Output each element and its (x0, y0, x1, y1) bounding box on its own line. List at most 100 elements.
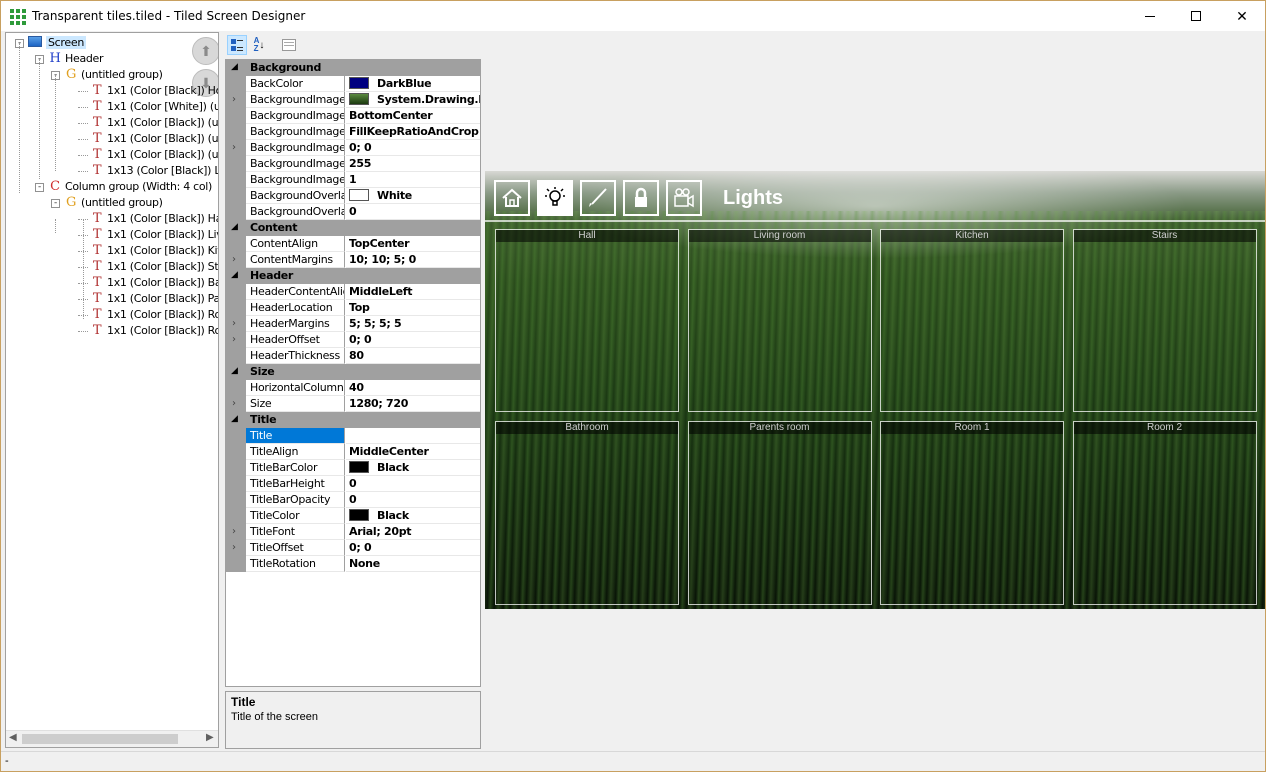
expand-icon[interactable]: › (232, 316, 236, 331)
tree-node[interactable]: T 1x1 (Color [Black]) Room 1 (78, 307, 218, 323)
property-row[interactable]: ContentAlign TopCenter (226, 236, 480, 252)
property-category[interactable]: ◢ Content (226, 220, 480, 236)
collapse-arrow-icon[interactable]: ◢ (231, 412, 238, 427)
expand-icon[interactable]: › (232, 140, 236, 155)
expand-icon[interactable]: › (232, 92, 236, 107)
property-row[interactable]: › BackgroundImage System.Drawing.Bitmap (226, 92, 480, 108)
property-row[interactable]: › HeaderOffset 0; 0 (226, 332, 480, 348)
tree-node[interactable]: - C Column group (Width: 4 col) (35, 179, 212, 195)
collapse-arrow-icon[interactable]: ◢ (231, 220, 238, 235)
collapse-arrow-icon[interactable]: ◢ (231, 364, 238, 379)
property-value-cell[interactable] (346, 428, 480, 444)
scroll-right-icon[interactable]: ▶ (206, 732, 214, 743)
property-name[interactable]: HorizontalColumnGr (246, 380, 345, 396)
property-name[interactable]: BackgroundOverlay (246, 204, 345, 220)
property-row[interactable]: BackgroundOverlay White (226, 188, 480, 204)
property-value-cell[interactable]: Black (346, 508, 480, 524)
property-category[interactable]: ◢ Title (226, 412, 480, 428)
property-row[interactable]: HorizontalColumnGr 40 (226, 380, 480, 396)
property-value-cell[interactable]: 1 (346, 172, 480, 188)
property-row[interactable]: Title (226, 428, 480, 444)
property-row[interactable]: › BackgroundImageCrop 0; 0 (226, 140, 480, 156)
property-name[interactable]: ContentAlign (246, 236, 345, 252)
property-row[interactable]: TitleRotation None (226, 556, 480, 572)
header-button[interactable] (580, 180, 616, 216)
collapse-arrow-icon[interactable]: ◢ (231, 268, 238, 283)
tree-node[interactable]: T 1x1 (Color [Black]) Home (78, 83, 218, 99)
property-name[interactable]: HeaderLocation (246, 300, 345, 316)
property-value-cell[interactable]: 1280; 720 (346, 396, 480, 412)
categorized-button[interactable] (227, 35, 247, 55)
property-name[interactable]: TitleBarHeight (246, 476, 345, 492)
property-name[interactable]: HeaderMargins (246, 316, 345, 332)
preview-tile[interactable]: Bathroom (495, 421, 679, 605)
property-row[interactable]: BackgroundImageZ 1 (226, 172, 480, 188)
tree-node[interactable]: - G (untitled group) (51, 195, 163, 211)
property-row[interactable]: TitleColor Black (226, 508, 480, 524)
property-category[interactable]: ◢ Size (226, 364, 480, 380)
property-value-cell[interactable]: None (346, 556, 480, 572)
property-row[interactable]: TitleBarHeight 0 (226, 476, 480, 492)
property-name[interactable]: BackgroundImageLayout (246, 124, 345, 140)
header-button[interactable] (666, 180, 702, 216)
property-name[interactable]: BackgroundOverlay (246, 188, 345, 204)
property-name[interactable]: TitleFont (246, 524, 345, 540)
tree-node[interactable]: T 1x1 (Color [Black]) Stairs (78, 259, 218, 275)
property-row[interactable]: BackgroundImageAlign BottomCenter (226, 108, 480, 124)
screen-preview[interactable]: Lights Hall Living room Kitchen Stairs Bathr… (485, 171, 1265, 609)
property-name[interactable]: ContentMargins (246, 252, 345, 268)
preview-tile[interactable]: Kitchen (880, 229, 1064, 412)
preview-tile[interactable]: Stairs (1072, 229, 1257, 412)
property-name[interactable]: BackColor (246, 76, 345, 92)
scroll-left-icon[interactable]: ◀ (9, 732, 17, 743)
property-value-cell[interactable]: 0; 0 (346, 140, 480, 156)
property-row[interactable]: › HeaderMargins 5; 5; 5; 5 (226, 316, 480, 332)
property-value-cell[interactable]: 80 (346, 348, 480, 364)
header-button[interactable] (494, 180, 530, 216)
preview-tile[interactable]: Parents room (687, 421, 872, 605)
property-name[interactable]: TitleBarOpacity (246, 492, 345, 508)
property-row[interactable]: › Size 1280; 720 (226, 396, 480, 412)
property-name[interactable]: HeaderContentAlign (246, 284, 345, 300)
property-value-cell[interactable]: 0 (346, 204, 480, 220)
property-value-cell[interactable]: Black (346, 460, 480, 476)
property-value-cell[interactable]: BottomCenter (346, 108, 480, 124)
close-button[interactable]: ✕ (1219, 1, 1265, 31)
property-value-cell[interactable]: 0 (346, 492, 480, 508)
tree-node[interactable]: T 1x1 (Color [Black]) (untitled (78, 115, 218, 131)
expand-icon[interactable]: › (232, 252, 236, 267)
property-category[interactable]: ◢ Background (226, 60, 480, 76)
tree-node[interactable]: - H Header (35, 51, 104, 67)
property-name[interactable]: BackgroundImageAlign (246, 108, 345, 124)
property-category[interactable]: ◢ Header (226, 268, 480, 284)
property-value-cell[interactable]: 255 (346, 156, 480, 172)
property-row[interactable]: BackgroundImageLayout FillKeepRatioAndCro… (226, 124, 480, 140)
tree-node[interactable]: T 1x1 (Color [Black]) Bathroom (78, 275, 218, 291)
scrollbar-thumb[interactable] (22, 734, 178, 744)
preview-tile[interactable]: Hall (495, 229, 679, 412)
screen-tree[interactable]: ⬆ ⬇ ◀ ▶ - Screen - H Header - G (untitled group… (5, 32, 219, 748)
tree-node[interactable]: T 1x1 (Color [Black]) (untitled (78, 147, 218, 163)
property-value-cell[interactable]: 0; 0 (346, 540, 480, 556)
expand-icon[interactable]: › (232, 524, 236, 539)
tree-node[interactable]: T 1x1 (Color [Black]) Parents room (78, 291, 218, 307)
expand-icon[interactable]: › (232, 396, 236, 411)
expand-icon[interactable]: › (232, 540, 236, 555)
property-row[interactable]: BackgroundOverlay 0 (226, 204, 480, 220)
property-name[interactable]: HeaderThickness (246, 348, 345, 364)
property-row[interactable]: HeaderThickness 80 (226, 348, 480, 364)
property-value-cell[interactable]: 10; 10; 5; 0 (346, 252, 480, 268)
property-row[interactable]: › ContentMargins 10; 10; 5; 0 (226, 252, 480, 268)
property-row[interactable]: TitleBarColor Black (226, 460, 480, 476)
property-value-cell[interactable]: DarkBlue (346, 76, 480, 92)
tree-node[interactable]: T 1x1 (Color [Black]) Room 2 (78, 323, 218, 339)
preview-tile[interactable]: Living room (687, 229, 872, 412)
header-button[interactable] (623, 180, 659, 216)
property-name[interactable]: TitleRotation (246, 556, 345, 572)
property-name[interactable]: TitleBarColor (246, 460, 345, 476)
minimize-button[interactable] (1127, 1, 1173, 31)
property-value-cell[interactable]: Arial; 20pt (346, 524, 480, 540)
property-name[interactable]: BackgroundImageZ (246, 172, 345, 188)
tree-node[interactable]: - Screen (15, 35, 87, 51)
property-value-cell[interactable]: Top (346, 300, 480, 316)
